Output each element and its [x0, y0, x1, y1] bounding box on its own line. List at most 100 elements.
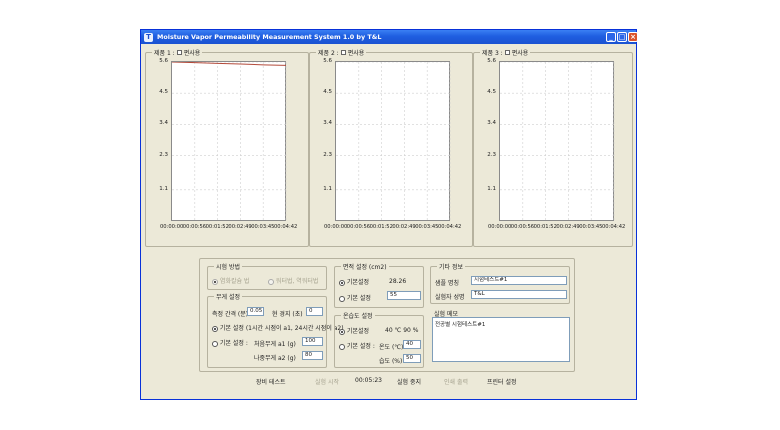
- interval-label: 측정 간격 (분): [212, 311, 249, 318]
- sample-name-input[interactable]: 시험테스트#1: [471, 276, 567, 285]
- final-weight-input[interactable]: 80: [302, 351, 323, 360]
- weight-settings-label: 무게 설정: [214, 292, 242, 301]
- chart-2-x-tick-label: 00:01:52: [369, 224, 393, 230]
- chart-3-x-tick-label: 00:02:49: [556, 224, 580, 230]
- test-method-radio-1[interactable]: [212, 278, 218, 285]
- chart-2-x-tick-label: 00:00:00: [324, 224, 348, 230]
- chart-2-y-tick-label: 2.3: [323, 151, 332, 158]
- other-info-group: 기타 정보 샘플 명칭 시험테스트#1 실험자 성명 T&L: [430, 262, 570, 304]
- chart-1-unused-checkbox[interactable]: [176, 50, 182, 55]
- elapsed-input[interactable]: 0: [306, 307, 323, 316]
- chart-1-y-tick-label: 1.1: [159, 185, 168, 192]
- temp-default-option[interactable]: 기본설정: [339, 326, 369, 335]
- chart-2-y-tick-label: 5.6: [323, 58, 332, 64]
- chart-3-plot: [499, 61, 615, 222]
- memo-textarea[interactable]: 전공별 시험테스트#1: [432, 317, 570, 362]
- stop-test-button[interactable]: 실험 중지: [397, 377, 421, 386]
- chart-3-unused-checkbox[interactable]: [504, 50, 510, 55]
- test-method-option-1[interactable]: 염화칼슘 법: [212, 276, 249, 285]
- app-window: T Moisture Vapor Permeability Measuremen…: [140, 29, 638, 400]
- printer-setup-button[interactable]: 프린터 설정: [487, 377, 517, 386]
- test-method-group: 시험 방법 염화칼슘 법 워터법, 역워터법: [207, 262, 327, 290]
- chart-3-x-tick-label: 00:01:52: [533, 224, 557, 230]
- chart-3-x-tick-label: 00:00:00: [488, 224, 512, 230]
- chart-1-series-line: [172, 62, 287, 66]
- initial-weight-label: 처음무게 a1 (g): [254, 341, 296, 348]
- chart-group-2: 제품 2 : 편사용 5.6 4.5 3.4 2.3 1.1 00:00:00 00:00:…: [309, 48, 473, 247]
- chart-group-3: 제품 3 : 편사용 5.6 4.5 3.4 2.3 1.1 00:00:00 00:00:…: [473, 48, 633, 247]
- close-button[interactable]: ×: [628, 32, 638, 42]
- chart-group-1: 제품 1 : 편사용 5.6 4.5 3.4 2.3 1.1 00:00:00 00:00:…: [145, 48, 309, 247]
- area-custom-radio[interactable]: [339, 295, 345, 302]
- maximize-button[interactable]: □: [617, 32, 627, 42]
- chart-1-plot: [171, 61, 287, 222]
- temp-custom-radio[interactable]: [339, 343, 345, 350]
- chart-1-x-tick-label: 00:04:42: [274, 224, 298, 230]
- chart-1-unused-label: 편사용: [183, 50, 201, 57]
- final-weight-label: 나중무게 a2 (g): [254, 355, 296, 362]
- humidity-label: 습도 (%): [379, 358, 403, 365]
- app-icon: T: [144, 33, 153, 42]
- temp-default-radio[interactable]: [339, 328, 345, 335]
- title-bar: T Moisture Vapor Permeability Measuremen…: [141, 30, 638, 44]
- device-test-button[interactable]: 장비 테스트: [256, 377, 286, 386]
- temp-custom-option[interactable]: 기본 설정 :: [339, 341, 375, 350]
- weight-settings-group: 무게 설정 측정 간격 (분) 0.05 현 경지 (초) 0 기본 설정 (1…: [207, 292, 344, 368]
- other-info-label: 기타 정보: [437, 262, 465, 271]
- chart-1-y-tick-label: 4.5: [159, 89, 168, 96]
- area-default-option[interactable]: 기본설정: [339, 277, 369, 286]
- test-method-radio-2[interactable]: [268, 278, 274, 285]
- test-method-label: 시험 방법: [214, 262, 242, 271]
- chart-3-unused-label: 편사용: [511, 50, 529, 57]
- temp-humidity-label: 온습도 설정: [341, 311, 375, 320]
- chart-2-unused-checkbox[interactable]: [340, 50, 346, 55]
- area-custom-input[interactable]: 55: [387, 291, 421, 300]
- chart-1-y-tick-label: 5.6: [159, 58, 168, 64]
- tester-name-label: 실험자 성명: [435, 294, 465, 301]
- area-default-radio[interactable]: [339, 279, 345, 286]
- chart-1-label: 제품 1 :: [154, 50, 175, 57]
- chart-1-x-tick-label: 00:00:56: [182, 224, 207, 230]
- minimize-button[interactable]: _: [606, 32, 616, 42]
- chart-3-x-tick-label: 00:04:42: [602, 224, 626, 230]
- chart-2-unused-label: 편사용: [347, 50, 365, 57]
- weight-auto-radio[interactable]: [212, 325, 218, 332]
- temperature-label: 온도 (℃): [379, 344, 404, 351]
- temp-humidity-group: 온습도 설정 기본설정 40 ℃ 90 % 기본 설정 : 온도 (℃) 40 …: [334, 311, 424, 368]
- chart-3-y-tick-label: 3.4: [487, 120, 496, 127]
- temp-default-value: 40 ℃ 90 %: [385, 327, 419, 334]
- chart-2-y-tick-label: 4.5: [323, 89, 332, 96]
- chart-1-x-tick-label: 00:01:52: [205, 224, 229, 230]
- weight-manual-radio[interactable]: [212, 340, 218, 347]
- weight-manual-option[interactable]: 기본 설정 :: [212, 338, 248, 347]
- elapsed-label: 현 경지 (초): [272, 311, 303, 318]
- area-default-value: 28.26: [389, 278, 407, 285]
- humidity-input[interactable]: 50: [403, 354, 421, 363]
- test-method-option-2[interactable]: 워터법, 역워터법: [268, 276, 318, 285]
- elapsed-timer: 00:05:23: [355, 377, 382, 384]
- tester-name-input[interactable]: T&L: [471, 290, 567, 299]
- interval-input[interactable]: 0.05: [247, 307, 264, 316]
- initial-weight-input[interactable]: 100: [302, 337, 323, 346]
- area-settings-label: 면적 설정 (cm2): [341, 262, 389, 271]
- area-settings-group: 면적 설정 (cm2) 기본설정 28.26 기본 설정 55: [334, 262, 424, 308]
- chart-3-y-tick-label: 4.5: [487, 89, 496, 96]
- temperature-input[interactable]: 40: [403, 340, 421, 349]
- chart-3-x-tick-label: 00:00:56: [510, 224, 535, 230]
- weight-auto-option[interactable]: 기본 설정 (1시간 시점이 a1, 24시간 시점이 a2): [212, 323, 344, 332]
- chart-2-y-tick-label: 3.4: [323, 120, 332, 127]
- chart-3-x-tick-label: 00:03:45: [579, 224, 603, 230]
- chart-3-y-tick-label: 1.1: [487, 185, 496, 192]
- chart-3-y-tick-label: 5.6: [487, 58, 496, 64]
- start-test-button[interactable]: 실험 시작: [315, 377, 339, 386]
- chart-2-label: 제품 2 :: [318, 50, 339, 57]
- chart-3-y-tick-label: 2.3: [487, 151, 496, 158]
- sample-name-label: 샘플 명칭: [435, 280, 459, 287]
- chart-2-y-tick-label: 1.1: [323, 185, 332, 192]
- chart-3-label: 제품 3 :: [482, 50, 503, 57]
- print-output-button[interactable]: 인쇄 출력: [444, 377, 468, 386]
- area-custom-option[interactable]: 기본 설정: [339, 293, 371, 302]
- chart-2-x-tick-label: 00:03:45: [415, 224, 439, 230]
- chart-1-x-tick-label: 00:02:49: [228, 224, 252, 230]
- chart-1-y-tick-label: 3.4: [159, 120, 168, 127]
